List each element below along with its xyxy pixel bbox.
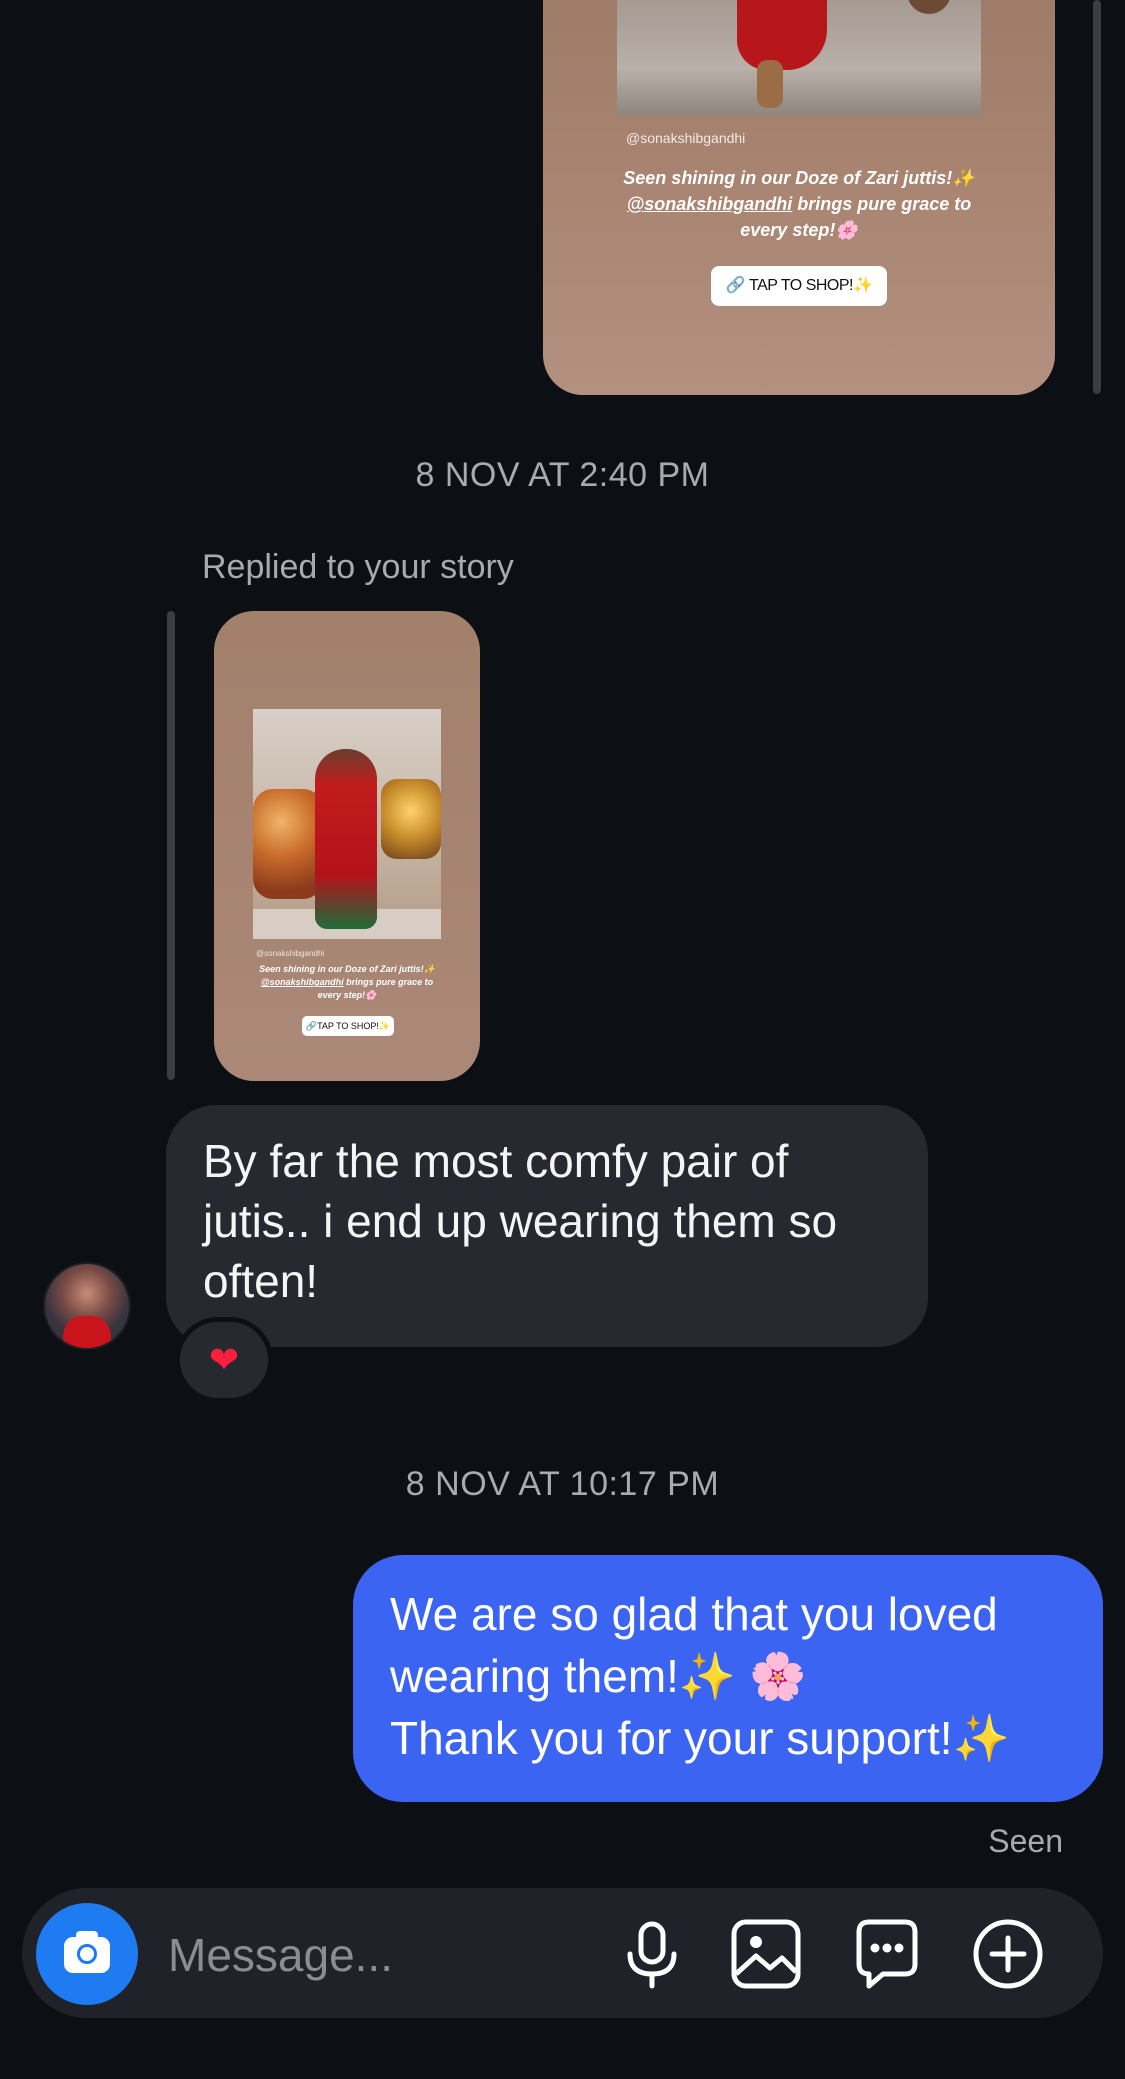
story-preview-caption-line: @sonakshibgandhi brings pure grace to <box>234 976 460 989</box>
message-text: wearing them! <box>390 1650 679 1702</box>
story-preview-shop-label: TAP TO SHOP!✨ <box>317 1021 391 1031</box>
story-preview-handle: @sonakshibgandhi <box>256 949 325 958</box>
gallery-icon <box>731 1919 801 1989</box>
link-icon: 🔗 <box>305 1021 318 1031</box>
story-preview-mention: @sonakshibgandhi <box>260 977 344 987</box>
incoming-message-bubble[interactable]: By far the most comfy pair of jutis.. i … <box>166 1105 928 1347</box>
story-mention[interactable]: @sonakshibgandhi <box>627 194 793 214</box>
replied-to-story-label: Replied to your story <box>202 548 514 586</box>
message-line: jutis.. i end up wearing them so <box>203 1195 838 1247</box>
blossom-emoji: 🌸 <box>748 1650 807 1702</box>
story-caption-line: Seen shining in our Doze of Zari juttis!… <box>623 168 975 188</box>
message-line: often! <box>203 1255 319 1307</box>
sparkles-emoji: ✨ <box>678 1650 737 1702</box>
story-caption: Seen shining in our Doze of Zari juttis!… <box>583 165 1015 243</box>
message-line: By far the most comfy pair of <box>203 1135 789 1187</box>
story-preview-caption-text: brings pure grace to <box>343 977 434 987</box>
story-preview-shop-button: 🔗TAP TO SHOP!✨ <box>302 1016 394 1036</box>
story-preview-caption-line: Seen shining in our Doze of Zari juttis!… <box>259 964 435 974</box>
story-handle: @sonakshibgandhi <box>626 130 746 146</box>
story-photo-foot <box>757 60 783 108</box>
add-button[interactable] <box>966 1912 1050 1996</box>
avatar[interactable] <box>45 1264 129 1348</box>
story-photo <box>617 0 981 115</box>
story-photo-dress <box>737 0 827 70</box>
microphone-icon <box>627 1921 677 1989</box>
timestamp: 8 NOV AT 2:40 PM <box>415 456 710 494</box>
add-plus-icon <box>973 1919 1043 1989</box>
microphone-button[interactable] <box>610 1912 694 1996</box>
story-preview-person <box>315 749 377 929</box>
story-photo-decor <box>907 0 951 14</box>
link-icon: 🔗 <box>725 277 746 294</box>
reply-indicator-bar <box>167 611 175 1080</box>
story-caption-text: brings pure grace to <box>792 194 972 214</box>
seen-status: Seen <box>988 1823 1063 1859</box>
message-input[interactable] <box>166 1922 590 1988</box>
avatar-figure <box>63 1316 111 1348</box>
message-text: Thank you for your support! <box>390 1712 953 1764</box>
story-preview-lamp <box>381 779 441 859</box>
story-preview-photo <box>253 709 441 939</box>
message-line: Thank you for your support!✨ <box>390 1707 1079 1769</box>
outgoing-message-bubble[interactable]: We are so glad that you loved wearing th… <box>353 1555 1103 1802</box>
heart-icon: ❤ <box>208 1339 240 1380</box>
story-caption-line: @sonakshibgandhi brings pure grace to <box>583 191 1015 217</box>
message-line: wearing them!✨ 🌸 <box>390 1645 1079 1707</box>
tap-to-shop-button[interactable]: 🔗 TAP TO SHOP!✨ <box>711 266 887 306</box>
heart-reaction[interactable]: ❤ <box>180 1322 268 1398</box>
story-preview-caption: Seen shining in our Doze of Zari juttis!… <box>234 963 460 1002</box>
story-caption-line: every step!🌸 <box>740 220 858 240</box>
gallery-button[interactable] <box>724 1912 808 1996</box>
shop-label: TAP TO SHOP!✨ <box>749 277 873 294</box>
camera-button[interactable] <box>36 1903 138 2005</box>
sparkles-emoji: ✨ <box>952 1712 1010 1764</box>
story-preview-flowers <box>253 789 323 899</box>
scrollbar[interactable] <box>1093 0 1101 394</box>
timestamp: 8 NOV AT 10:17 PM <box>405 1465 720 1503</box>
story-preview-caption-line: every step!🌸 <box>317 990 377 1000</box>
sticker-button[interactable] <box>845 1912 929 1996</box>
replied-story-preview[interactable]: @sonakshibgandhi Seen shining in our Doz… <box>214 611 480 1081</box>
message-line: We are so glad that you loved <box>390 1588 998 1640</box>
shared-story-card[interactable]: @sonakshibgandhi Seen shining in our Doz… <box>543 0 1055 395</box>
sticker-chat-icon <box>856 1919 918 1989</box>
